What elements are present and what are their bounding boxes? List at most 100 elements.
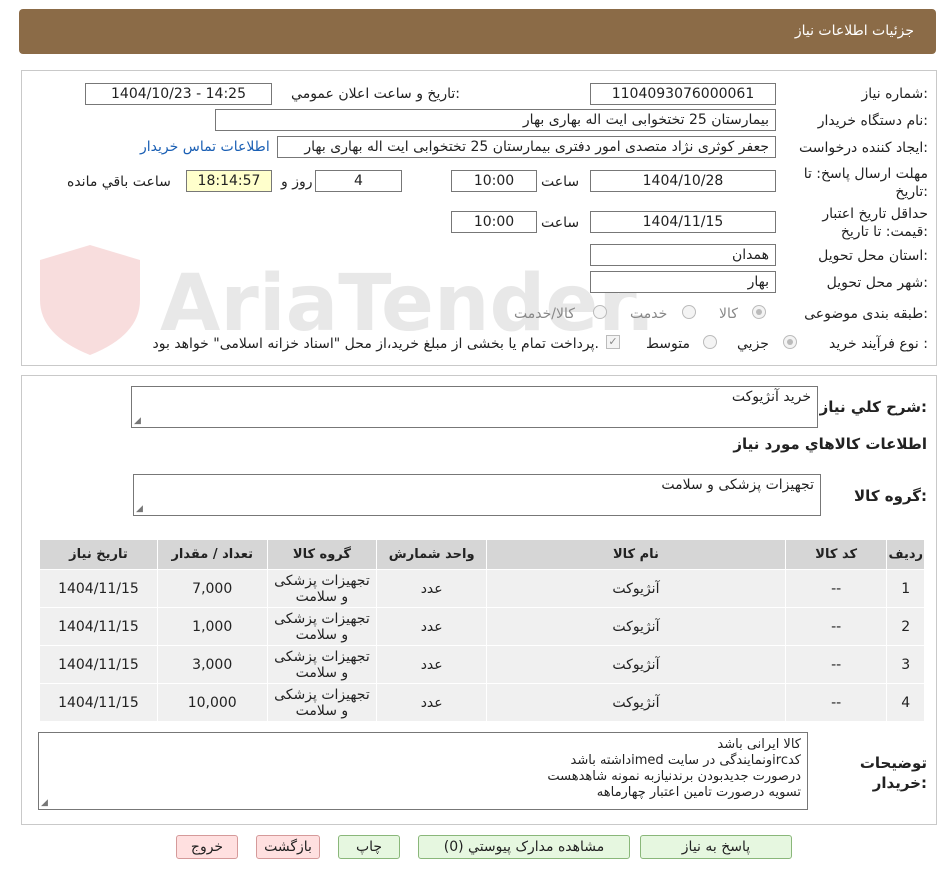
col-name-header: نام کالا [486, 539, 786, 570]
deadline-label: مهلت ارسال پاسخ: تا تاریخ: [803, 166, 928, 200]
category-service-radio[interactable] [682, 305, 696, 319]
process-type-label: نوع فرآيند خريد : [829, 336, 928, 352]
announce-datetime-field[interactable]: 1404/10/23 - 14:25 [85, 83, 272, 105]
cell-row: 4 [886, 683, 925, 722]
cell-row: 1 [886, 569, 925, 608]
cell-code: -- [784, 569, 888, 608]
validity-time-field[interactable]: 10:00 [451, 211, 537, 233]
table-header-row: رديف کد کالا نام کالا واحد شمارش گروه کا… [39, 539, 925, 570]
process-medium-label: متوسط [646, 336, 690, 352]
table-row: 1 -- آنژیوکت عدد تجهیزات پزشکی و سلامت 7… [39, 569, 925, 608]
category-goods-service-radio[interactable] [593, 305, 607, 319]
col-row-header: رديف [886, 539, 925, 570]
cell-quantity: 7,000 [156, 569, 268, 608]
cell-quantity: 1,000 [156, 607, 268, 646]
province-field[interactable]: همدان [590, 244, 776, 266]
days-label: روز و [281, 174, 313, 190]
deadline-time-label: ساعت [541, 174, 580, 190]
creator-label: ايجاد کننده درخواست: [799, 140, 928, 156]
cell-date: 1404/11/15 [39, 683, 158, 722]
table-row: 3 -- آنژیوکت عدد تجهیزات پزشکی و سلامت 3… [39, 645, 925, 684]
exit-button[interactable]: خروج [176, 835, 238, 859]
announce-label: تاریخ و ساعت اعلان عمومي: [291, 86, 460, 102]
deadline-time-field[interactable]: 10:00 [451, 170, 537, 192]
cell-code: -- [784, 607, 888, 646]
buyer-contact-link[interactable]: اطلاعات تماس خریدار [140, 139, 270, 155]
buyer-org-label: نام دستگاه خريدار: [817, 113, 928, 129]
cell-unit: عدد [376, 607, 488, 646]
validity-time-label: ساعت [541, 215, 580, 231]
cell-group: تجهیزات پزشکی و سلامت [266, 683, 378, 722]
cell-group: تجهیزات پزشکی و سلامت [266, 607, 378, 646]
notes-line: کدircونمایندگی در سایت imedداشته باشد [570, 753, 801, 768]
category-goods-radio[interactable] [752, 305, 766, 319]
notes-line: درصورت جدیدبودن برندنیازبه نمونه شاهدهست [547, 769, 801, 784]
cell-unit: عدد [376, 569, 488, 608]
resize-grip-icon[interactable]: ◢ [134, 416, 141, 426]
cell-date: 1404/11/15 [39, 645, 158, 684]
process-small-radio[interactable] [783, 335, 797, 349]
category-goods-label: کالا [719, 306, 738, 322]
treasury-payment-label: پرداخت تمام یا بخشی از مبلغ خرید،از محل … [152, 336, 599, 352]
col-code-header: کد کالا [784, 539, 888, 570]
table-row: 2 -- آنژیوکت عدد تجهیزات پزشکی و سلامت 1… [39, 607, 925, 646]
cell-name: آنژیوکت [486, 683, 786, 722]
buyer-org-field[interactable]: بیمارستان 25 تختخوابی ایت اله بهاری بهار [215, 109, 776, 131]
cell-name: آنژیوکت [486, 607, 786, 646]
cell-name: آنژیوکت [486, 569, 786, 608]
reply-button[interactable]: پاسخ به نياز [640, 835, 792, 859]
col-group-header: گروه کالا [266, 539, 378, 570]
cell-date: 1404/11/15 [39, 569, 158, 608]
process-medium-radio[interactable] [703, 335, 717, 349]
buyer-notes-field[interactable]: کالا ایرانی باشد کدircونمایندگی در سایت … [38, 732, 808, 810]
province-label: استان محل تحويل: [818, 248, 928, 264]
cell-row: 2 [886, 607, 925, 646]
notes-line: تسویه درصورت تامین اعتبار چهارماهه [596, 785, 801, 800]
remaining-time-label: ساعت باقي مانده [67, 174, 171, 190]
print-button[interactable]: چاپ [338, 835, 400, 859]
goods-table: رديف کد کالا نام کالا واحد شمارش گروه کا… [39, 539, 925, 722]
validity-label: حداقل تاريخ اعتبار قيمت: تا تاريخ: [822, 206, 928, 240]
need-summary-label: شرح کلي نياز: [819, 398, 927, 416]
cell-group: تجهیزات پزشکی و سلامت [266, 569, 378, 608]
resize-grip-icon[interactable]: ◢ [136, 504, 143, 514]
goods-info-heading: اطلاعات کالاهاي مورد نياز [733, 435, 927, 453]
cell-row: 3 [886, 645, 925, 684]
cell-quantity: 10,000 [156, 683, 268, 722]
buyer-notes-label: توضيحات خريدار: [859, 754, 927, 792]
cell-date: 1404/11/15 [39, 607, 158, 646]
goods-group-field[interactable]: تجهیزات پزشکی و سلامت ◢ [133, 474, 821, 516]
validity-date-field[interactable]: 1404/11/15 [590, 211, 776, 233]
deadline-date-field[interactable]: 1404/10/28 [590, 170, 776, 192]
page-title: جزئیات اطلاعات نیاز [794, 23, 914, 39]
remaining-time-field[interactable]: 18:14:57 [186, 170, 272, 192]
category-label: طبقه بندی موضوعی: [804, 306, 928, 322]
category-service-label: خدمت [630, 306, 668, 322]
cell-quantity: 3,000 [156, 645, 268, 684]
goods-group-label: گروه کالا: [854, 487, 927, 505]
page-header: جزئیات اطلاعات نیاز [19, 9, 936, 54]
col-quantity-header: تعداد / مقدار [156, 539, 268, 570]
cell-unit: عدد [376, 683, 488, 722]
remaining-days-field[interactable]: 4 [315, 170, 402, 192]
creator-field[interactable]: جعفر کوثری نژاد متصدی امور دفتری بیمارست… [277, 136, 776, 158]
view-attachments-button[interactable]: مشاهده مدارک پيوستي (0) [418, 835, 630, 859]
goods-group-text: تجهیزات پزشکی و سلامت [661, 477, 814, 493]
need-number-label: شماره نیاز: [861, 86, 928, 102]
city-label: شهر محل تحويل: [826, 275, 928, 291]
category-goods-service-label: کالا/خدمت [514, 306, 575, 322]
city-field[interactable]: بهار [590, 271, 776, 293]
notes-line: کالا ایرانی باشد [717, 737, 801, 752]
cell-name: آنژیوکت [486, 645, 786, 684]
process-small-label: جزيي [737, 336, 769, 352]
cell-unit: عدد [376, 645, 488, 684]
treasury-payment-checkbox[interactable]: ✓ [606, 335, 620, 349]
cell-code: -- [784, 645, 888, 684]
need-number-field[interactable]: 1104093076000061 [590, 83, 776, 105]
cell-group: تجهیزات پزشکی و سلامت [266, 645, 378, 684]
table-row: 4 -- آنژیوکت عدد تجهیزات پزشکی و سلامت 1… [39, 683, 925, 722]
resize-grip-icon[interactable]: ◢ [41, 798, 48, 808]
cell-code: -- [784, 683, 888, 722]
back-button[interactable]: بازگشت [256, 835, 320, 859]
need-summary-field[interactable]: خرید آنژیوکت ◢ [131, 386, 818, 428]
